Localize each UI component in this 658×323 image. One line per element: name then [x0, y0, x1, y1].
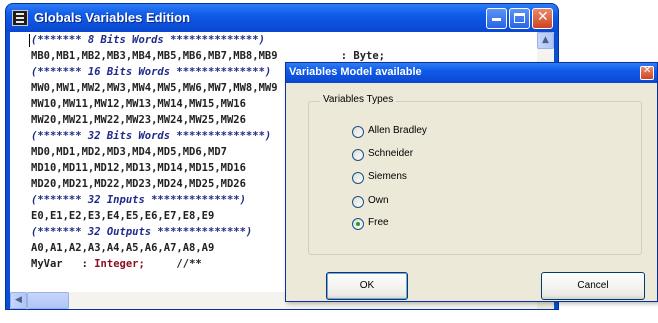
radio-label: Allen Bradley [368, 125, 427, 136]
radio-button[interactable] [352, 149, 364, 161]
maximize-button[interactable] [509, 8, 530, 29]
close-button[interactable]: ✕ [532, 8, 553, 29]
radio-label: Free [368, 217, 389, 228]
variables-model-dialog: Variables Model available ✕ Variables Ty… [285, 62, 658, 302]
radio-button[interactable] [352, 172, 364, 184]
line-comment: //** [176, 258, 202, 270]
maximize-icon [514, 13, 525, 23]
text-caret [29, 34, 30, 47]
dialog-title: Variables Model available [289, 66, 422, 78]
dialog-titlebar[interactable]: Variables Model available ✕ [286, 63, 657, 83]
radio-label: Own [368, 195, 389, 206]
var-name: MyVar [31, 258, 63, 270]
close-icon: ✕ [643, 65, 652, 76]
radio-button[interactable] [352, 126, 364, 138]
scroll-up-button[interactable]: ▲ [537, 32, 554, 49]
main-window-title: Globals Variables Edition [34, 10, 191, 25]
radio-label: Siemens [368, 171, 407, 182]
chevron-up-icon: ▲ [542, 35, 549, 45]
chevron-left-icon: ◀ [15, 295, 22, 305]
minimize-button[interactable] [486, 8, 507, 29]
main-titlebar[interactable]: Globals Variables Edition ✕ [6, 4, 558, 32]
radio-button[interactable] [352, 196, 364, 208]
radio-button-selected[interactable] [352, 218, 364, 230]
ok-button[interactable]: OK [326, 272, 408, 300]
dialog-close-button[interactable]: ✕ [640, 65, 654, 80]
cancel-button[interactable]: Cancel [541, 272, 645, 300]
code-comment-line: (******* 8 Bits Words **************) [31, 34, 265, 46]
minimize-icon [492, 18, 501, 21]
app-icon [12, 10, 28, 26]
group-label: Variables Types [320, 94, 397, 105]
radio-label: Schneider [368, 148, 414, 159]
close-icon: ✕ [537, 9, 549, 25]
type-keyword: Integer; [94, 258, 145, 270]
horizontal-scroll-thumb[interactable] [27, 292, 69, 309]
scroll-left-button[interactable]: ◀ [10, 292, 27, 309]
